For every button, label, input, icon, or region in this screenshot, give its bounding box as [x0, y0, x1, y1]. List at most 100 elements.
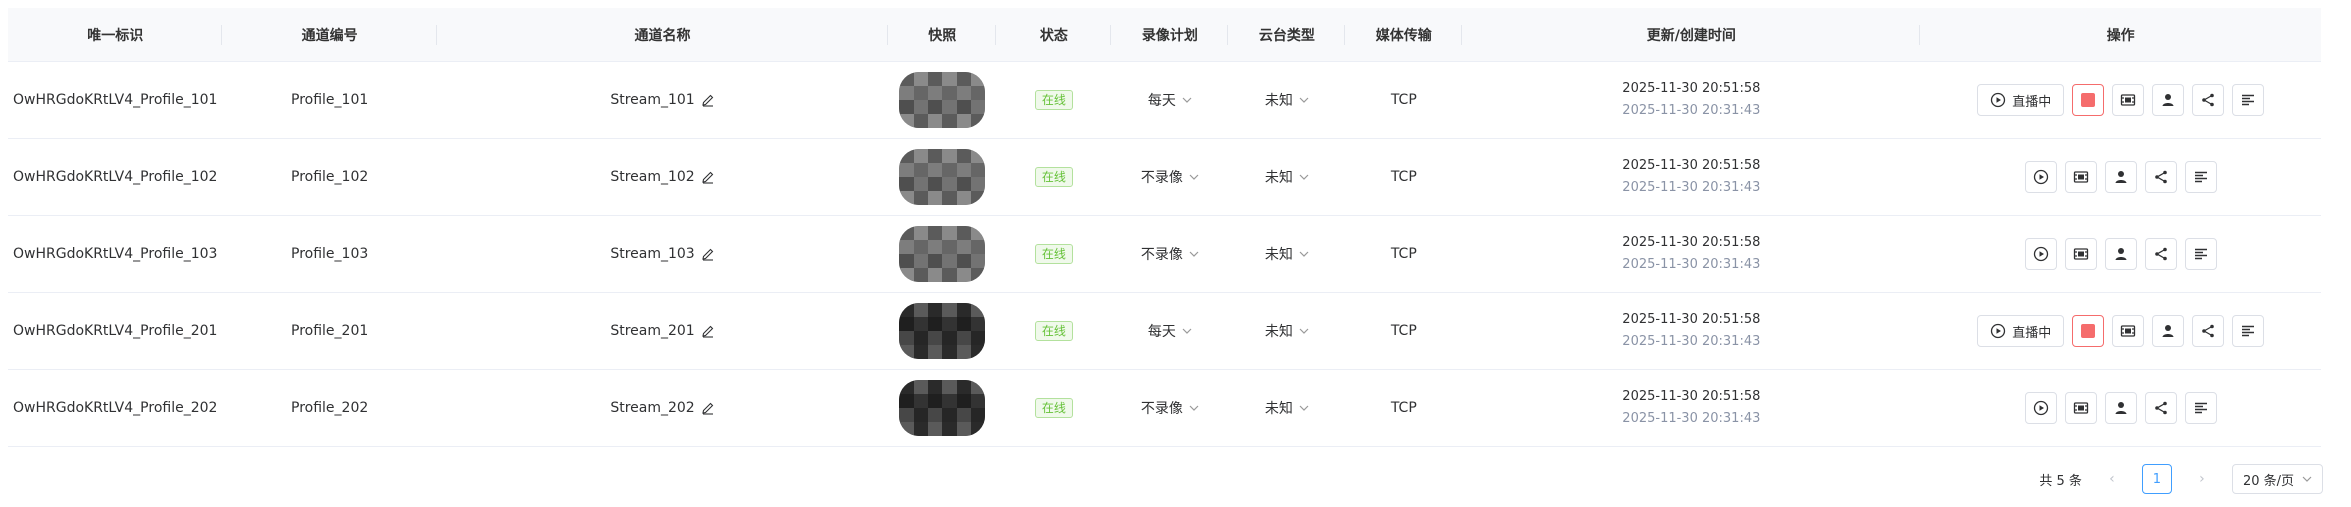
details-button[interactable] — [2232, 315, 2265, 347]
film-icon — [2073, 169, 2089, 185]
status-badge: 在线 — [1034, 167, 1073, 187]
chevron-down-icon — [1182, 326, 1192, 336]
snapshot-cell — [888, 62, 996, 138]
snapshot-image[interactable] — [899, 303, 986, 359]
record-button[interactable] — [2064, 161, 2097, 193]
share-button[interactable] — [2192, 84, 2225, 116]
channel-name-text: Stream_102 — [610, 169, 695, 185]
record-plan-select[interactable]: 不录像 — [1141, 398, 1199, 418]
record-plan-select[interactable]: 每天 — [1148, 321, 1192, 341]
channel-id-cell: Profile_103 — [291, 246, 369, 262]
live-button[interactable]: 直播中 — [1977, 84, 2065, 116]
ptz-type-value: 未知 — [1264, 93, 1293, 109]
record-plan-cell: 不录像 — [1111, 139, 1228, 215]
film-icon — [2120, 323, 2136, 339]
edit-icon[interactable] — [695, 170, 715, 184]
updated-time: 2025-11-30 20:51:58 — [1622, 158, 1761, 173]
share-button[interactable] — [2144, 161, 2177, 193]
user-icon — [2113, 169, 2129, 185]
actions-cell: 直播中 — [1920, 293, 2321, 369]
ptz-type-cell: 未知 — [1228, 370, 1345, 446]
edit-icon[interactable] — [695, 247, 715, 261]
chevron-down-icon — [1189, 249, 1199, 259]
chevron-down-icon — [1182, 95, 1192, 105]
ptz-type-select[interactable]: 未知 — [1265, 321, 1309, 341]
created-time: 2025-11-30 20:31:43 — [1622, 334, 1761, 349]
chevron-down-icon — [1189, 172, 1199, 182]
ptz-type-select[interactable]: 未知 — [1265, 398, 1309, 418]
time-cell: 2025-11-30 20:51:58 2025-11-30 20:31:43 — [1462, 139, 1920, 215]
share-button[interactable] — [2144, 392, 2177, 424]
stop-button[interactable] — [2072, 315, 2105, 347]
details-button[interactable] — [2184, 392, 2217, 424]
channel-name-cell: Stream_202 — [437, 370, 888, 446]
stop-button[interactable] — [2072, 84, 2105, 116]
stop-icon — [2081, 324, 2096, 338]
details-button[interactable] — [2184, 238, 2217, 270]
record-button[interactable] — [2064, 238, 2097, 270]
snapshot-image[interactable] — [899, 380, 986, 436]
user-icon — [2113, 246, 2129, 262]
record-button[interactable] — [2112, 315, 2145, 347]
uid-cell: OwHRGdoKRtLV4_Profile_201 — [13, 323, 218, 339]
user-button[interactable] — [2152, 84, 2185, 116]
channel-name-text: Stream_201 — [610, 323, 695, 339]
table-row: OwHRGdoKRtLV4_Profile_101 Profile_101 St… — [8, 62, 2321, 139]
film-icon — [2073, 246, 2089, 262]
user-button[interactable] — [2104, 161, 2137, 193]
details-button[interactable] — [2184, 161, 2217, 193]
status-badge: 在线 — [1034, 321, 1073, 341]
channel-table: 唯一标识 通道编号 通道名称 快照 状态 录像计划 云台类型 媒体传输 更新/创… — [8, 8, 2321, 447]
user-button[interactable] — [2104, 238, 2137, 270]
record-button[interactable] — [2064, 392, 2097, 424]
share-button[interactable] — [2192, 315, 2225, 347]
details-button[interactable] — [2232, 84, 2265, 116]
user-button[interactable] — [2152, 315, 2185, 347]
chevron-right-icon[interactable]: › — [2194, 471, 2210, 487]
record-button[interactable] — [2112, 84, 2145, 116]
col-header-transport: 媒体传输 — [1345, 8, 1463, 61]
snapshot-image[interactable] — [899, 149, 986, 205]
chevron-left-icon[interactable]: ‹ — [2104, 471, 2120, 487]
snapshot-image[interactable] — [899, 226, 986, 282]
record-plan-select[interactable]: 不录像 — [1141, 244, 1199, 264]
updated-time: 2025-11-30 20:51:58 — [1622, 312, 1761, 327]
list-icon — [2193, 400, 2209, 416]
created-time: 2025-11-30 20:31:43 — [1622, 411, 1761, 426]
play-button[interactable] — [2024, 392, 2057, 424]
ptz-type-select[interactable]: 未知 — [1265, 90, 1309, 110]
play-button[interactable] — [2024, 238, 2057, 270]
uid-cell: OwHRGdoKRtLV4_Profile_101 — [13, 92, 218, 108]
ptz-type-cell: 未知 — [1228, 216, 1345, 292]
channel-name-text: Stream_103 — [610, 246, 695, 262]
edit-icon[interactable] — [695, 401, 715, 415]
channel-name-cell: Stream_101 — [437, 62, 888, 138]
record-plan-select[interactable]: 每天 — [1148, 90, 1192, 110]
page-number-current[interactable]: 1 — [2141, 464, 2172, 494]
edit-icon[interactable] — [695, 93, 715, 107]
live-button[interactable]: 直播中 — [1977, 315, 2065, 347]
col-header-actions: 操作 — [2106, 27, 2135, 44]
status-cell: 在线 — [996, 293, 1111, 369]
chevron-down-icon — [1299, 403, 1309, 413]
record-plan-select[interactable]: 不录像 — [1141, 167, 1199, 187]
chevron-down-icon — [1299, 172, 1309, 182]
share-icon — [2153, 246, 2169, 262]
status-cell: 在线 — [996, 62, 1111, 138]
channel-name-cell: Stream_102 — [437, 139, 888, 215]
table-header: 唯一标识 通道编号 通道名称 快照 状态 录像计划 云台类型 媒体传输 更新/创… — [8, 8, 2321, 62]
edit-icon[interactable] — [695, 324, 715, 338]
ptz-type-select[interactable]: 未知 — [1265, 244, 1309, 264]
play-button[interactable] — [2024, 161, 2057, 193]
updated-time: 2025-11-30 20:51:58 — [1622, 81, 1761, 96]
uid-cell: OwHRGdoKRtLV4_Profile_202 — [13, 400, 218, 416]
user-button[interactable] — [2104, 392, 2137, 424]
ptz-type-select[interactable]: 未知 — [1265, 167, 1309, 187]
table-body: OwHRGdoKRtLV4_Profile_101 Profile_101 St… — [8, 62, 2321, 447]
page-size-label: 20 条/页 — [2242, 473, 2294, 489]
channel-name-cell: Stream_103 — [437, 216, 888, 292]
play-icon — [2033, 246, 2049, 262]
share-button[interactable] — [2144, 238, 2177, 270]
page-size-select[interactable]: 20 条/页 — [2231, 464, 2323, 494]
snapshot-image[interactable] — [899, 72, 986, 128]
